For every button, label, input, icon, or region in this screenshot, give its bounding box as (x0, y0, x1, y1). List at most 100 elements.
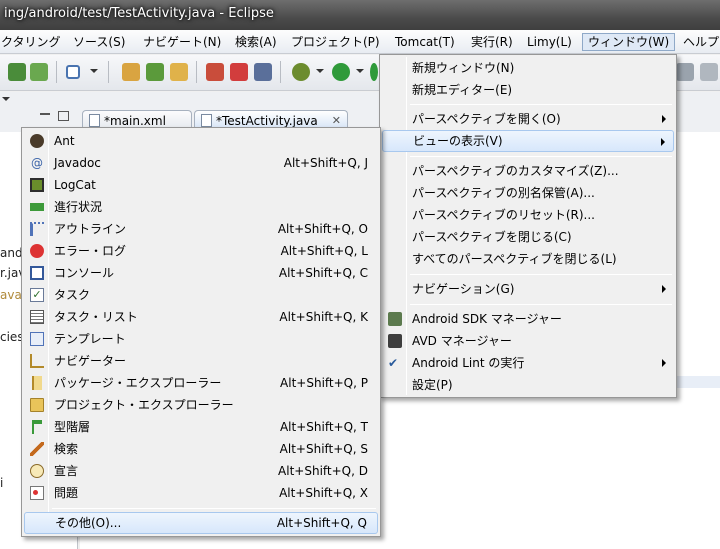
new-package-icon[interactable] (122, 63, 140, 81)
server-icon[interactable] (254, 63, 272, 81)
menu-item-save-perspective-as[interactable]: パースペクティブの別名保管(A)... (382, 182, 674, 204)
menu-item-navigation[interactable]: ナビゲーション(G) (382, 278, 674, 300)
chevron-down-icon[interactable] (90, 69, 98, 73)
chevron-down-icon[interactable] (316, 69, 324, 73)
menu-window[interactable]: ウィンドウ(W) (582, 33, 676, 51)
view-item-task-list[interactable]: タスク・リスト Alt+Shift+Q, K (24, 306, 378, 328)
menu-refactor[interactable]: クタリング (0, 33, 66, 51)
window-title-bar: ing/android/test/TestActivity.java - Ecl… (0, 0, 720, 30)
menu-item-close-perspective[interactable]: パースペクティブを閉じる(C) (382, 226, 674, 248)
menu-item-label: Android SDK マネージャー (412, 312, 562, 326)
tab-label: *TestActivity.java (216, 114, 318, 128)
view-item-declaration[interactable]: 宣言 Alt+Shift+Q, D (24, 460, 378, 482)
menu-item-customize-perspective[interactable]: パースペクティブのカスタマイズ(Z)... (382, 160, 674, 182)
menu-navigate[interactable]: ナビゲート(N) (138, 33, 226, 51)
stop-tool-icon[interactable] (230, 63, 248, 81)
menu-item-android-lint[interactable]: ✔ Android Lint の実行 (382, 352, 674, 374)
menu-item-accelerator: Alt+Shift+Q, J (283, 156, 368, 170)
view-item-error-log[interactable]: エラー・ログ Alt+Shift+Q, L (24, 240, 378, 262)
menu-item-avd-manager[interactable]: AVD マネージャー (382, 330, 674, 352)
new-file-icon[interactable] (170, 63, 188, 81)
avd-icon[interactable] (30, 63, 48, 81)
debug-icon[interactable] (292, 63, 310, 81)
menu-item-android-sdk-manager[interactable]: Android SDK マネージャー (382, 308, 674, 330)
outline-icon (30, 222, 44, 236)
hierarchy-icon (32, 420, 42, 434)
maximize-icon[interactable] (58, 111, 69, 121)
tasks-icon: ✓ (30, 288, 44, 302)
menu-search[interactable]: 検索(A) (230, 33, 282, 51)
view-item-search[interactable]: 検索 Alt+Shift+Q, S (24, 438, 378, 460)
toolbar-icon-right[interactable] (676, 63, 694, 81)
menu-item-reset-perspective[interactable]: パースペクティブのリセット(R)... (382, 204, 674, 226)
menu-item-label: ナビゲーター (54, 354, 127, 368)
menu-item-label: アウトライン (54, 222, 127, 236)
chevron-down-icon[interactable] (356, 69, 364, 73)
view-item-logcat[interactable]: LogCat (24, 174, 378, 196)
menu-project[interactable]: プロジェクト(P) (286, 33, 385, 51)
navigator-icon (30, 354, 44, 368)
tree-item[interactable]: ava (0, 288, 22, 302)
run-icon[interactable] (332, 63, 350, 81)
menu-item-label: プロジェクト・エクスプローラー (54, 398, 234, 412)
menu-item-label: Ant (54, 134, 75, 148)
folder-icon (30, 398, 44, 412)
xml-file-icon (89, 114, 100, 127)
menu-item-preferences[interactable]: 設定(P) (382, 374, 674, 396)
java-file-icon (201, 114, 212, 127)
android-sdk-icon[interactable] (8, 63, 26, 81)
view-item-tasks[interactable]: ✓ タスク (24, 284, 378, 306)
view-item-javadoc[interactable]: @ Javadoc Alt+Shift+Q, J (24, 152, 378, 174)
menu-item-new-window[interactable]: 新規ウィンドウ(N) (382, 57, 674, 79)
checkmark-icon: ✔ (388, 356, 399, 370)
menu-help[interactable]: ヘルプ (678, 33, 720, 51)
menu-item-label: パースペクティブのリセット(R)... (412, 208, 595, 222)
toolbar-separator (56, 61, 57, 83)
view-item-other[interactable]: その他(O)... Alt+Shift+Q, Q (24, 512, 378, 534)
menu-item-accelerator: Alt+Shift+Q, L (280, 244, 368, 258)
menu-tomcat[interactable]: Tomcat(T) (390, 33, 460, 51)
menu-item-label: パースペクティブを閉じる(C) (412, 230, 572, 244)
toolbar-icon-right[interactable] (700, 63, 718, 81)
menu-item-label: テンプレート (54, 332, 126, 346)
menu-item-label: 新規ウィンドウ(N) (412, 61, 515, 75)
view-item-project-explorer[interactable]: プロジェクト・エクスプローラー (24, 394, 378, 416)
menu-item-accelerator: Alt+Shift+Q, D (278, 464, 368, 478)
menu-item-new-editor[interactable]: 新規エディター(E) (382, 79, 674, 101)
menu-item-label: パースペクティブの別名保管(A)... (412, 186, 595, 200)
view-item-console[interactable]: コンソール Alt+Shift+Q, C (24, 262, 378, 284)
view-item-templates[interactable]: テンプレート (24, 328, 378, 350)
menu-item-accelerator: Alt+Shift+Q, S (279, 442, 368, 456)
tool-icon[interactable] (206, 63, 224, 81)
chevron-down-icon[interactable] (2, 94, 12, 104)
new-junit-icon[interactable] (146, 63, 164, 81)
checkbox-icon[interactable] (66, 65, 80, 79)
menu-item-accelerator: Alt+Shift+Q, C (278, 266, 368, 280)
menu-source[interactable]: ソース(S) (68, 33, 130, 51)
menu-item-label: 問題 (54, 486, 79, 500)
menu-item-close-all-perspectives[interactable]: すべてのパースペクティブを閉じる(L) (382, 248, 674, 270)
menu-limy[interactable]: Limy(L) (522, 33, 577, 51)
minimize-icon[interactable] (40, 113, 50, 115)
tree-item[interactable]: i (0, 476, 3, 490)
menu-item-label: AVD マネージャー (412, 334, 512, 348)
view-item-navigator[interactable]: ナビゲーター (24, 350, 378, 372)
menu-item-label: 検索 (54, 442, 79, 456)
menu-item-label: 型階層 (54, 420, 91, 434)
menu-item-open-perspective[interactable]: パースペクティブを開く(O) (382, 108, 674, 130)
show-view-submenu: Ant @ Javadoc Alt+Shift+Q, J LogCat 進行状況 ア… (21, 127, 381, 537)
menu-item-label: パースペクティブを開く(O) (412, 112, 561, 126)
menu-item-show-view[interactable]: ビューの表示(V) (382, 130, 674, 152)
view-item-outline[interactable]: アウトライン Alt+Shift+Q, O (24, 218, 378, 240)
download-icon (388, 312, 402, 326)
error-log-icon (30, 244, 44, 258)
view-item-progress[interactable]: 進行状況 (24, 196, 378, 218)
progress-icon (30, 203, 44, 211)
menu-run[interactable]: 実行(R) (466, 33, 518, 51)
view-item-package-explorer[interactable]: パッケージ・エクスプローラー Alt+Shift+Q, P (24, 372, 378, 394)
view-item-ant[interactable]: Ant (24, 130, 378, 152)
view-item-problems[interactable]: 問題 Alt+Shift+Q, X (24, 482, 378, 504)
external-tools-icon[interactable] (370, 63, 378, 81)
menu-item-accelerator: Alt+Shift+Q, Q (276, 516, 367, 530)
view-item-type-hierarchy[interactable]: 型階層 Alt+Shift+Q, T (24, 416, 378, 438)
